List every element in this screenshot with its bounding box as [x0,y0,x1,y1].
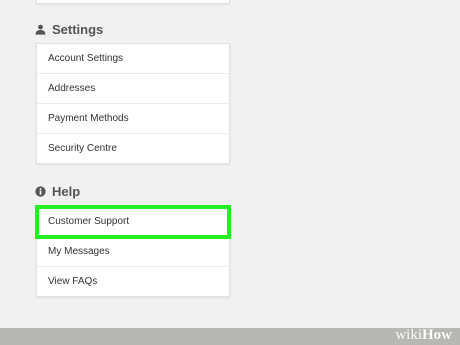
menu-item-my-messages[interactable]: My Messages [37,237,229,267]
settings-section-header: Settings [35,22,103,37]
help-title: Help [52,184,81,199]
settings-menu: Account Settings Addresses Payment Metho… [36,43,230,164]
menu-item-account-settings[interactable]: Account Settings [37,44,229,74]
watermark-wiki: wiki [395,327,422,343]
menu-item-view-faqs[interactable]: View FAQs [37,267,229,296]
menu-item-addresses[interactable]: Addresses [37,74,229,104]
bottom-bar: wikiHow [0,327,460,345]
menu-item-customer-support[interactable]: Customer Support [35,205,231,239]
menu-item-payment-methods[interactable]: Payment Methods [37,104,229,134]
menu-item-security-centre[interactable]: Security Centre [37,134,229,163]
help-section-header: Help [35,184,80,199]
watermark-how: How [422,327,452,343]
person-icon [35,24,46,35]
settings-title: Settings [52,22,104,37]
previous-section-card [36,0,230,4]
help-menu: Customer Support My Messages View FAQs [35,205,231,297]
info-icon [35,186,46,197]
wikihow-watermark: wikiHow [395,327,452,344]
